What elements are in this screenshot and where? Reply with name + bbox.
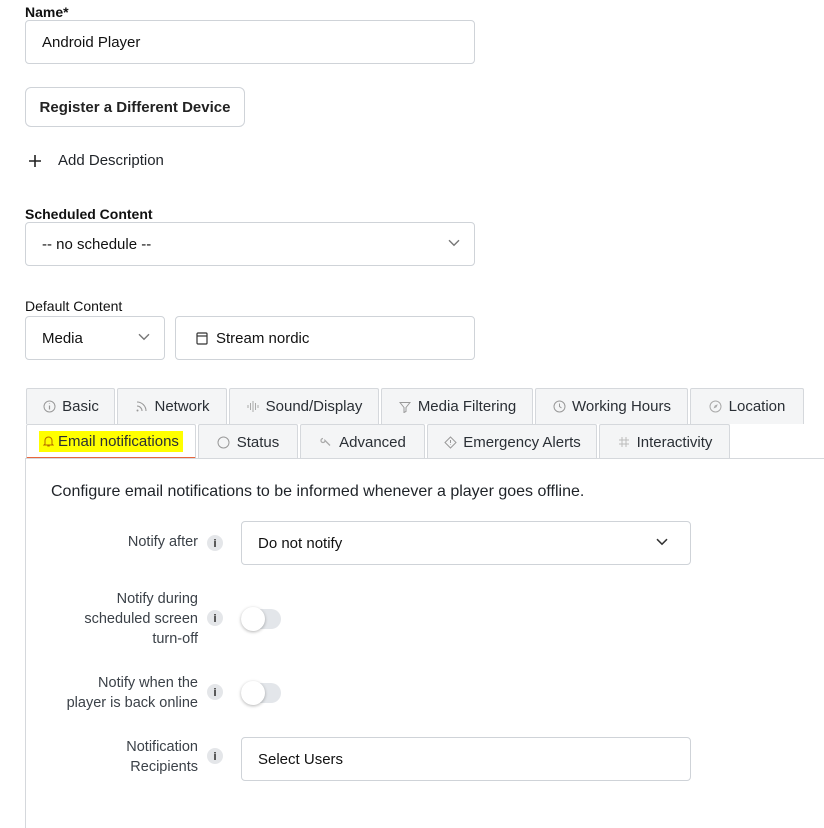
tab-media-filtering[interactable]: Media Filtering: [381, 388, 533, 424]
tab-working-hours-label: Working Hours: [572, 398, 671, 415]
media-file-icon: [196, 331, 208, 345]
add-description-label: Add Description: [58, 152, 164, 169]
recipients-value: Select Users: [258, 750, 344, 768]
scheduled-content-select[interactable]: -- no schedule --: [25, 222, 475, 266]
notify-turnoff-label-line2: scheduled screen: [84, 611, 198, 627]
circle-icon: [217, 435, 231, 449]
scheduled-content-label: Scheduled Content: [25, 206, 153, 222]
scheduled-content-value: -- no schedule --: [42, 235, 152, 253]
default-content-label: Default Content: [25, 298, 123, 314]
name-label: Name*: [25, 4, 69, 20]
toggle-knob: [241, 607, 265, 631]
tab-basic-label: Basic: [62, 398, 99, 415]
tab-interactivity-label: Interactivity: [636, 433, 713, 451]
notify-online-toggle[interactable]: [241, 681, 281, 705]
notify-after-select[interactable]: Do not notify: [241, 521, 691, 565]
tab-email-notifications[interactable]: Email notifications: [26, 424, 196, 459]
email-notifications-panel: Configure email notifications to be info…: [25, 458, 824, 828]
info-icon[interactable]: i: [207, 748, 223, 764]
tab-sound-display-label: Sound/Display: [265, 398, 363, 415]
default-content-media-value: Stream nordic: [216, 329, 310, 347]
wifi-icon: [134, 400, 148, 414]
notify-turnoff-label-line3: turn-off: [152, 631, 198, 647]
notify-after-value: Do not notify: [258, 534, 343, 552]
tab-working-hours[interactable]: Working Hours: [535, 388, 688, 424]
compass-icon: [709, 400, 723, 414]
tab-status[interactable]: Status: [198, 424, 298, 459]
notify-online-label-line1: Notify when the: [98, 675, 198, 691]
info-icon[interactable]: i: [207, 535, 223, 551]
tab-network[interactable]: Network: [117, 388, 227, 424]
tab-emergency-alerts-label: Emergency Alerts: [463, 433, 581, 451]
sound-wave-icon: [246, 400, 260, 414]
default-content-media-picker[interactable]: Stream nordic: [175, 316, 475, 360]
info-icon[interactable]: i: [207, 684, 223, 700]
tab-advanced[interactable]: Advanced: [300, 424, 425, 459]
info-icon[interactable]: i: [207, 610, 223, 626]
name-input[interactable]: Android Player: [25, 20, 475, 64]
wrench-icon: [319, 435, 333, 449]
panel-description: Configure email notifications to be info…: [51, 483, 585, 500]
notify-online-label-wrap: Notify when the player is back online: [26, 673, 198, 715]
notify-after-label-wrap: Notify after: [26, 532, 198, 556]
grid-icon: [617, 435, 631, 449]
tab-media-filtering-label: Media Filtering: [417, 398, 517, 415]
recipients-label-wrap: Notification Recipients: [26, 737, 198, 779]
toggle-knob: [241, 681, 265, 705]
notify-turnoff-toggle[interactable]: [241, 607, 281, 631]
notify-turnoff-label-wrap: Notify during scheduled screen turn-off: [26, 589, 198, 651]
notify-online-label-line2: player is back online: [66, 695, 198, 711]
tab-emergency-alerts[interactable]: Emergency Alerts: [427, 424, 597, 459]
tab-sound-display[interactable]: Sound/Display: [229, 388, 379, 424]
notify-after-label: Notify after: [127, 534, 198, 550]
recipients-select[interactable]: Select Users: [241, 737, 691, 781]
chevron-down-icon: [656, 538, 668, 546]
diamond-alert-icon: [443, 435, 457, 449]
name-input-value: Android Player: [42, 33, 141, 51]
clock-icon: [552, 400, 566, 414]
tab-interactivity[interactable]: Interactivity: [599, 424, 730, 459]
tab-email-notifications-label: Email notifications: [58, 432, 179, 450]
tab-status-label: Status: [236, 433, 280, 451]
filter-icon: [398, 400, 412, 414]
plus-icon: [29, 154, 41, 167]
notify-turnoff-label-line1: Notify during: [116, 591, 198, 607]
tab-basic[interactable]: Basic: [26, 388, 115, 424]
tab-location[interactable]: Location: [690, 388, 804, 424]
default-content-type-value: Media: [42, 329, 83, 347]
tab-email-notifications-highlight: Email notifications: [39, 430, 183, 452]
add-description-link[interactable]: Add Description: [28, 152, 164, 169]
bell-icon: [43, 436, 55, 447]
info-circle-icon: [42, 400, 56, 414]
tab-location-label: Location: [728, 398, 786, 415]
default-content-type-select[interactable]: Media: [25, 316, 165, 360]
tab-advanced-label: Advanced: [339, 433, 406, 451]
tab-network-label: Network: [154, 398, 210, 415]
chevron-down-icon: [448, 239, 460, 247]
recipients-label-line1: Notification: [126, 739, 198, 755]
register-device-button[interactable]: Register a Different Device: [25, 87, 245, 127]
recipients-label-line2: Recipients: [130, 759, 198, 775]
chevron-down-icon: [138, 333, 150, 341]
